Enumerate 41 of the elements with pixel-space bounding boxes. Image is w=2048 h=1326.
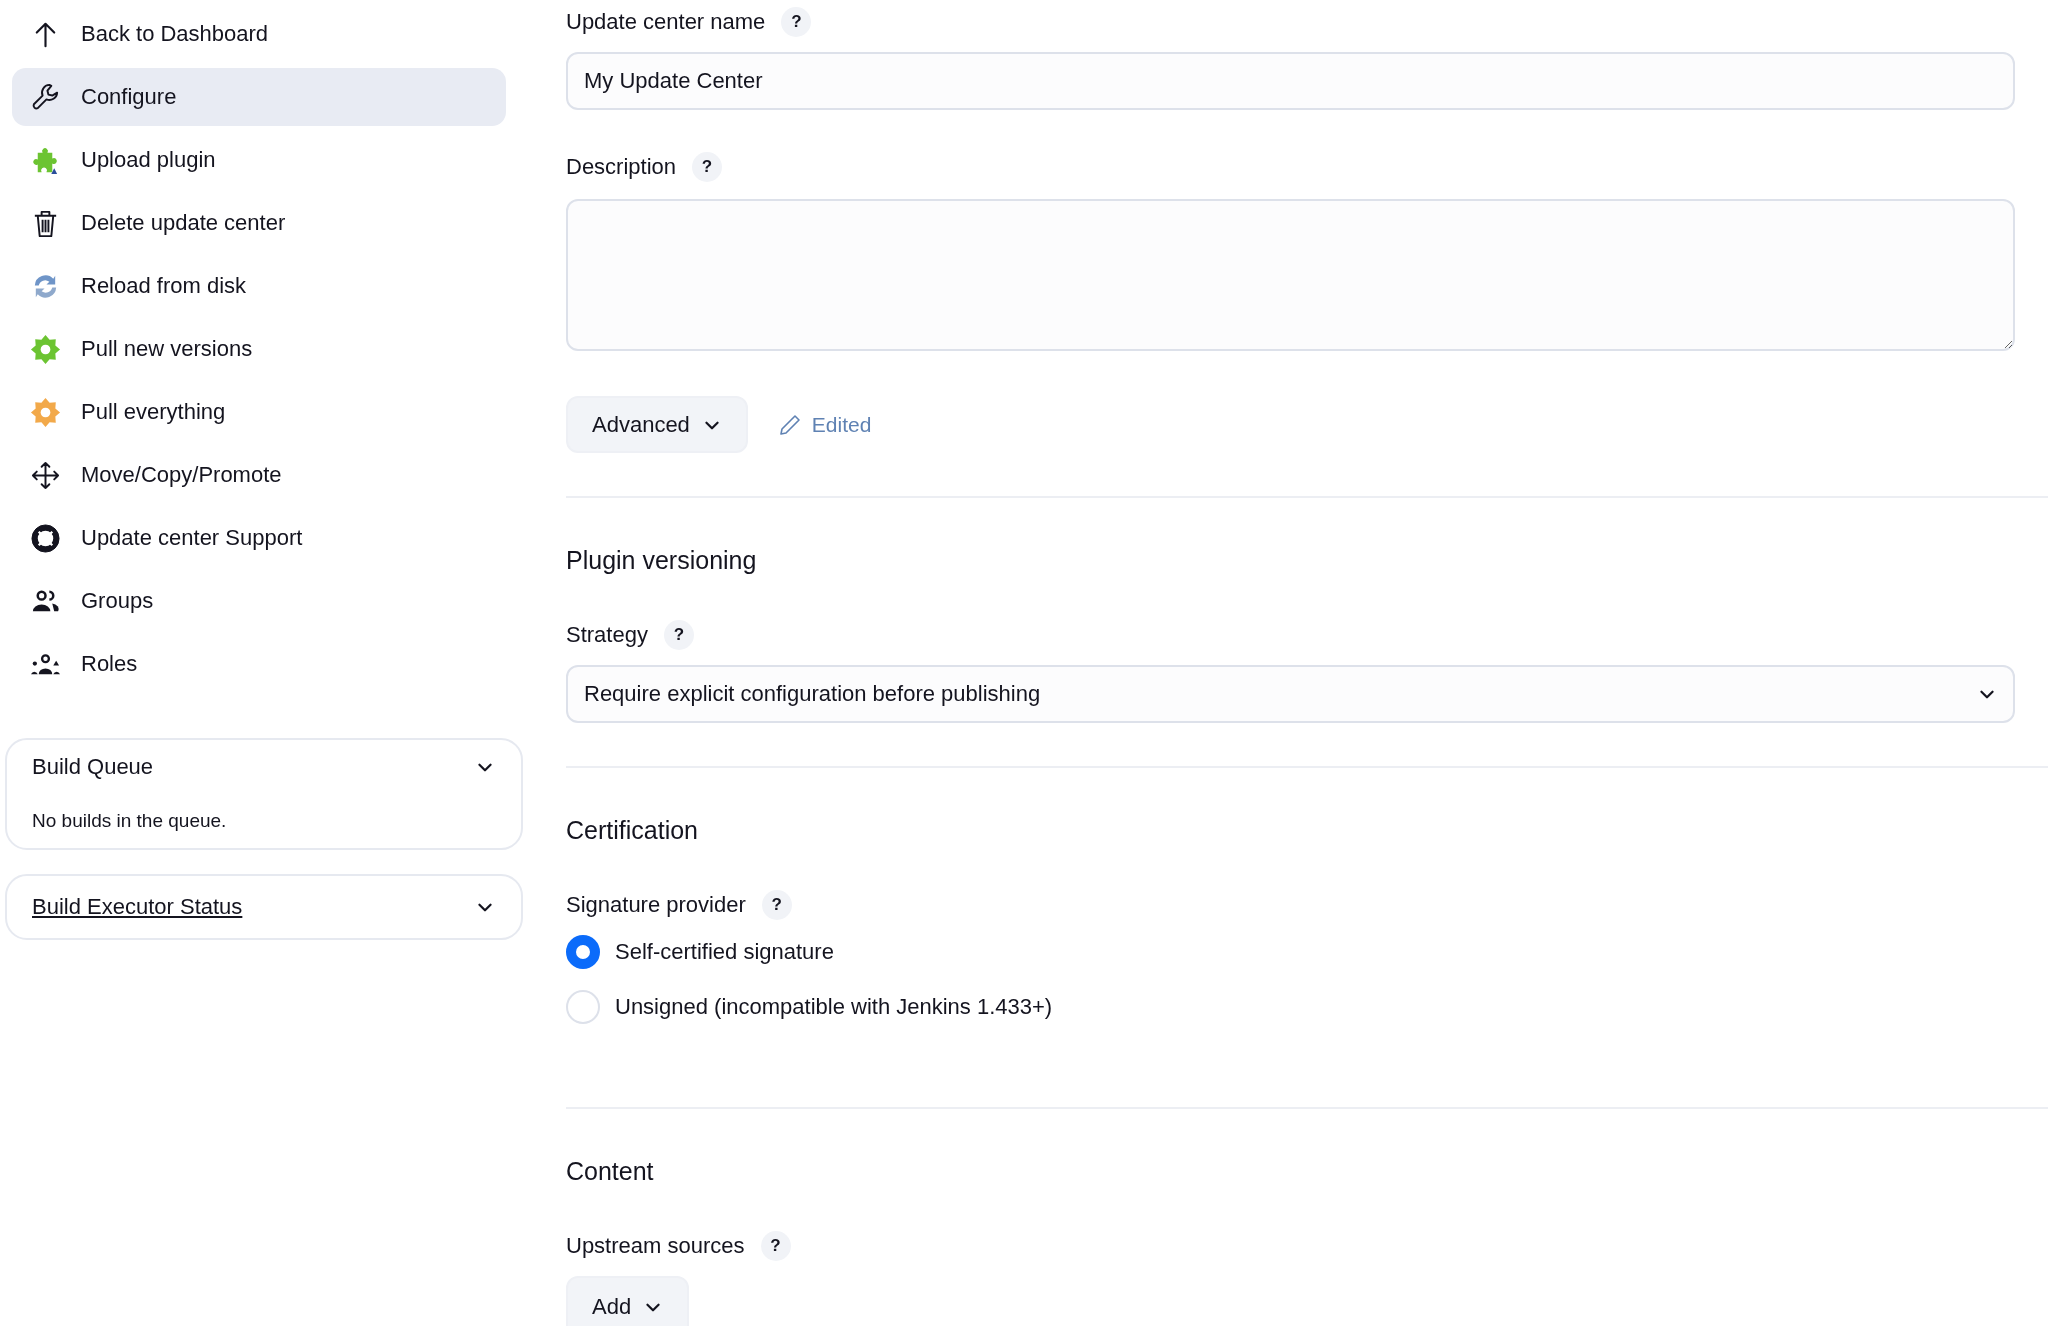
radio-label: Unsigned (incompatible with Jenkins 1.433+) bbox=[615, 994, 1053, 1020]
sidebar-item[interactable]: Roles bbox=[12, 635, 506, 693]
strategy-select[interactable]: Require explicit configuration before publishing bbox=[566, 665, 2015, 723]
help-button[interactable]: ? bbox=[663, 620, 694, 650]
advanced-button[interactable]: Advanced bbox=[566, 396, 748, 453]
field-label: Upstream sources bbox=[566, 1233, 745, 1259]
gear-icon bbox=[30, 396, 61, 428]
sidebar-item[interactable]: Delete update center bbox=[12, 194, 506, 252]
sidebar-item[interactable]: Reload from disk bbox=[12, 257, 506, 315]
section-heading: Plugin versioning bbox=[566, 545, 758, 576]
sidebar-item[interactable]: Back to Dashboard bbox=[12, 5, 506, 63]
help-button[interactable]: ? bbox=[761, 890, 792, 920]
edited-note: Edited bbox=[811, 412, 872, 437]
widget-title-link[interactable]: Build Executor Status bbox=[32, 894, 243, 920]
sidebar-item[interactable]: Move/Copy/Promote bbox=[12, 446, 506, 504]
widget-message: No builds in the queue. bbox=[32, 810, 228, 832]
sidebar-item[interactable]: Groups bbox=[12, 572, 506, 630]
field-label: Signature provider bbox=[566, 892, 746, 918]
radio-label: Self-certified signature bbox=[615, 939, 834, 965]
field-label: Description bbox=[566, 154, 677, 180]
sidebar-item[interactable]: Pull everything bbox=[12, 383, 506, 441]
move-arrows-icon bbox=[30, 459, 61, 491]
radio-button[interactable] bbox=[566, 935, 600, 969]
widget-title: Build Queue bbox=[32, 754, 154, 780]
section-heading: Certification bbox=[566, 815, 699, 846]
field-label: Update center name bbox=[566, 9, 766, 35]
sidebar-item[interactable]: Upload plugin bbox=[12, 131, 506, 189]
help-button[interactable]: ? bbox=[692, 152, 723, 182]
help-button[interactable]: ? bbox=[760, 1231, 791, 1261]
field-label: Strategy bbox=[566, 622, 648, 648]
name-field[interactable]: My Update Center bbox=[566, 52, 2015, 110]
section-heading: Content bbox=[566, 1156, 655, 1187]
lifebuoy-icon bbox=[30, 522, 61, 554]
sidebar-item[interactable]: Update center Support bbox=[12, 509, 506, 567]
pencil-icon bbox=[777, 412, 802, 437]
gear-icon bbox=[30, 333, 61, 365]
add-button[interactable]: Add bbox=[566, 1276, 690, 1326]
description-field[interactable] bbox=[566, 199, 2015, 351]
sidebar-item[interactable]: Pull new versions bbox=[12, 320, 506, 378]
sidebar-item[interactable]: Configure bbox=[12, 68, 506, 126]
help-button[interactable]: ? bbox=[781, 7, 812, 37]
